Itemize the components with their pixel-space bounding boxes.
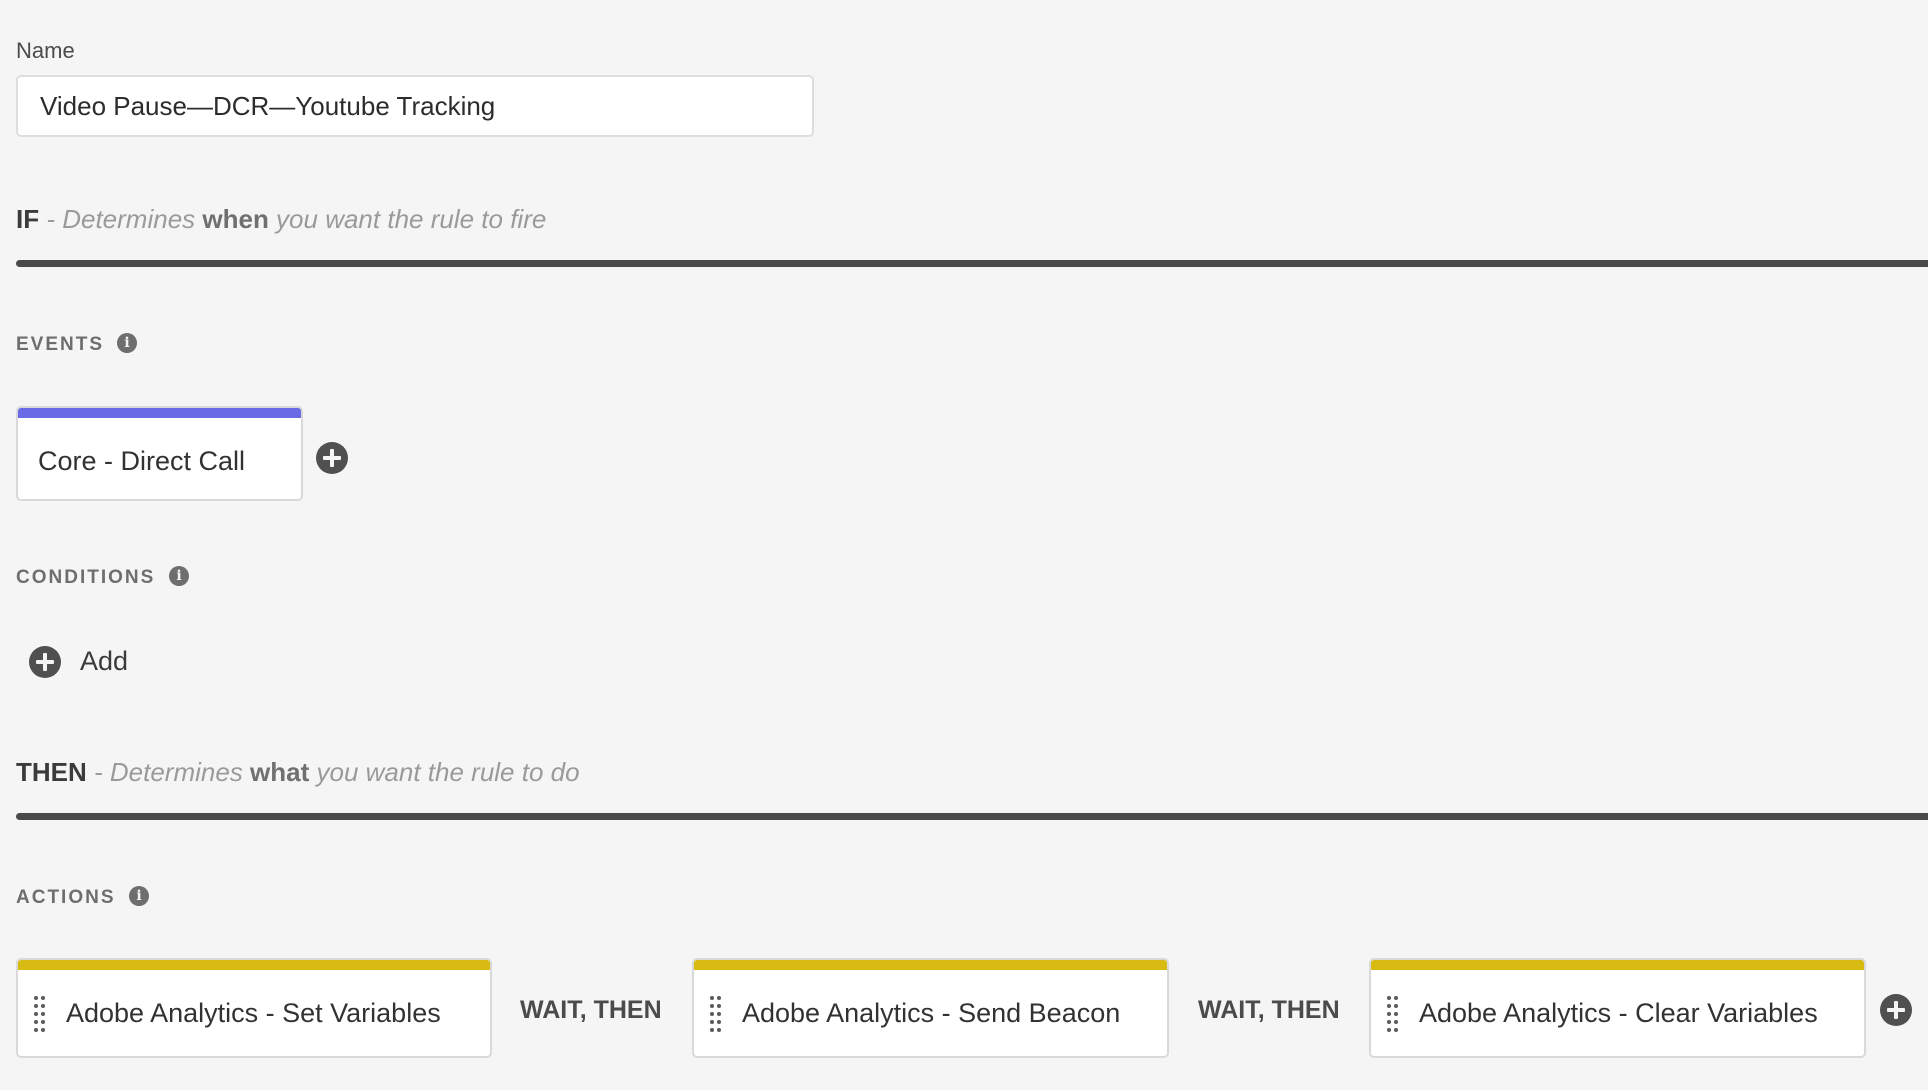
- actions-info-icon[interactable]: i: [129, 886, 149, 906]
- event-card-title: Core - Direct Call: [38, 446, 246, 476]
- if-desc-emphasis: when: [202, 204, 269, 234]
- action-card-title: Adobe Analytics - Clear Variables: [1419, 998, 1818, 1028]
- event-card-color-bar: [18, 408, 301, 418]
- if-keyword: IF: [16, 204, 40, 234]
- action-card-color-bar: [1371, 960, 1864, 970]
- actions-label: ACTIONS: [16, 887, 116, 908]
- name-field-label: Name: [16, 38, 75, 63]
- events-info-icon[interactable]: i: [117, 333, 137, 353]
- drag-handle-icon[interactable]: [34, 996, 46, 1032]
- wait-then-separator: WAIT, THEN: [520, 996, 662, 1024]
- drag-handle-icon[interactable]: [1387, 996, 1399, 1032]
- add-action-icon[interactable]: [1880, 994, 1912, 1026]
- add-event-icon[interactable]: [316, 442, 348, 474]
- action-card-color-bar: [18, 960, 490, 970]
- then-desc-prefix: - Determines: [86, 757, 251, 787]
- if-desc-suffix: you want the rule to fire: [268, 204, 547, 234]
- add-condition-button[interactable]: Add: [29, 644, 169, 680]
- action-card-clear-variables[interactable]: Adobe Analytics - Clear Variables: [1369, 958, 1866, 1058]
- if-section-heading: IF - Determines when you want the rule t…: [16, 204, 546, 235]
- conditions-label: CONDITIONS: [16, 567, 156, 588]
- then-divider: [16, 813, 1928, 820]
- action-card-title: Adobe Analytics - Send Beacon: [742, 998, 1121, 1028]
- wait-then-separator: WAIT, THEN: [1198, 996, 1340, 1024]
- drag-handle-icon[interactable]: [710, 996, 722, 1032]
- if-desc-prefix: - Determines: [39, 204, 203, 234]
- event-card[interactable]: Core - Direct Call: [16, 406, 303, 501]
- if-divider: [16, 260, 1928, 267]
- action-card-send-beacon[interactable]: Adobe Analytics - Send Beacon: [692, 958, 1169, 1058]
- add-condition-icon: [29, 646, 61, 678]
- then-desc-suffix: you want the rule to do: [309, 757, 580, 787]
- then-desc-emphasis: what: [250, 757, 310, 787]
- action-card-color-bar: [694, 960, 1167, 970]
- then-keyword: THEN: [16, 757, 87, 787]
- conditions-info-icon[interactable]: i: [169, 566, 189, 586]
- action-card-set-variables[interactable]: Adobe Analytics - Set Variables: [16, 958, 492, 1058]
- name-input[interactable]: [16, 75, 814, 137]
- then-section-heading: THEN - Determines what you want the rule…: [16, 757, 580, 788]
- add-condition-label: Add: [80, 646, 129, 676]
- events-label: EVENTS: [16, 334, 105, 355]
- action-card-title: Adobe Analytics - Set Variables: [66, 998, 441, 1028]
